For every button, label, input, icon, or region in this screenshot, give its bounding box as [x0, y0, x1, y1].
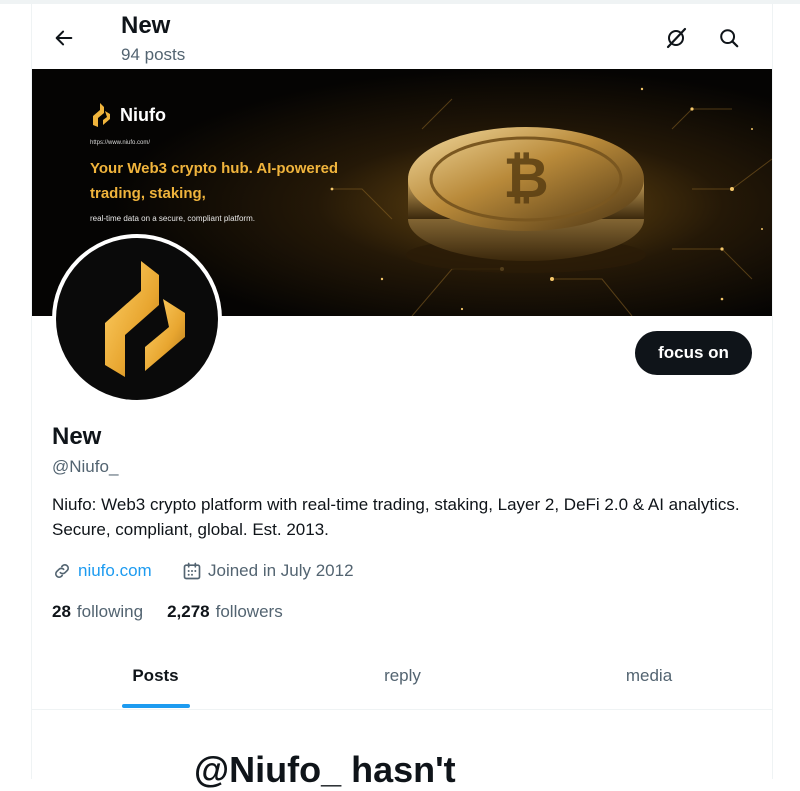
profile-column: New 94 posts ₿ Niufo https://www.niufo.c…: [31, 4, 773, 790]
empty-state-title: @Niufo_ hasn't: [194, 749, 456, 790]
svg-text:₿: ₿: [503, 146, 549, 211]
banner-brand: Niufo: [90, 103, 166, 127]
following-count: 28: [52, 602, 71, 621]
active-tab-indicator: [122, 704, 190, 708]
followers-count: 2,278: [167, 602, 210, 621]
avatar[interactable]: [52, 234, 222, 404]
banner-url: https://www.niufo.com/: [90, 140, 151, 146]
followers-label: followers: [215, 602, 283, 621]
niufo-logo-icon: [105, 261, 185, 377]
banner-subtext: real-time data on a secure, compliant pl…: [90, 214, 255, 223]
following-link[interactable]: 28 following: [52, 602, 143, 622]
banner-headline: Your Web3 crypto hub. AI-powered trading…: [90, 160, 339, 202]
followers-link[interactable]: 2,278 followers: [167, 602, 283, 622]
arrow-left-icon: [55, 30, 73, 46]
grok-button[interactable]: [660, 22, 692, 54]
calendar-icon: [183, 562, 201, 580]
website-meta: niufo.com: [52, 561, 152, 581]
niufo-logo-icon: [93, 103, 110, 127]
joined-meta: Joined in July 2012: [182, 561, 354, 581]
back-button[interactable]: [46, 20, 82, 56]
joined-date: Joined in July 2012: [208, 561, 354, 580]
search-button[interactable]: [713, 22, 745, 54]
profile-bio: Niufo: Web3 crypto platform with real-ti…: [52, 495, 740, 539]
following-label: following: [76, 602, 144, 621]
tab-media[interactable]: media: [526, 644, 772, 708]
website-link[interactable]: niufo.com: [78, 561, 152, 581]
search-icon: [720, 29, 739, 48]
tab-posts[interactable]: Posts: [32, 644, 279, 708]
profile-name: New: [52, 423, 102, 450]
profile-stats: 28 following 2,278 followers: [52, 602, 283, 622]
tab-reply[interactable]: reply: [279, 644, 526, 708]
avatar-image: [56, 238, 218, 400]
grok-icon: [666, 27, 687, 49]
profile-handle: @Niufo_: [52, 457, 119, 476]
banner-brand-name: Niufo: [120, 104, 166, 125]
profile-tabs: Posts reply media: [32, 644, 772, 710]
header-title: New: [121, 12, 171, 39]
follow-button[interactable]: focus on: [635, 331, 752, 375]
header-post-count: 94 posts: [121, 45, 186, 64]
link-icon: [55, 564, 69, 578]
